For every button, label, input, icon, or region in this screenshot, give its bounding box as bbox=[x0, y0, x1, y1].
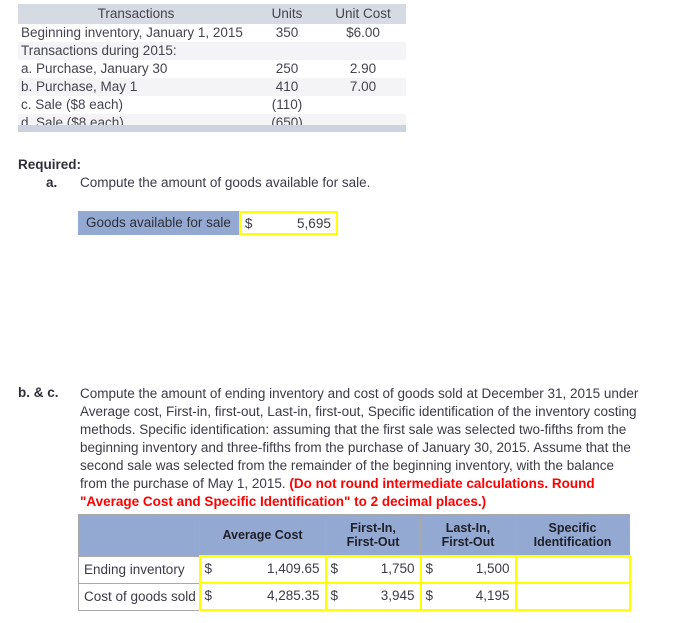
currency-symbol: $ bbox=[204, 588, 213, 603]
cost-of-goods-sold-fifo-value: 3,945 bbox=[380, 588, 415, 603]
transactions-row-unit-cost: $6.00 bbox=[320, 24, 406, 42]
ending-inventory-specific-identification-input[interactable] bbox=[514, 555, 631, 584]
transactions-header-row: Transactions Units Unit Cost bbox=[18, 4, 406, 24]
required-heading: Required: bbox=[18, 157, 82, 172]
ending-inventory-average-cost-input[interactable]: $ 1,409.65 bbox=[198, 555, 327, 584]
transactions-row-description: Beginning inventory, January 1, 2015 bbox=[18, 24, 254, 42]
transactions-table-head: Transactions Units Unit Cost bbox=[18, 4, 406, 24]
required-item-a-label: a. bbox=[46, 175, 58, 190]
transactions-row-units: 410 bbox=[254, 78, 320, 96]
results-header-average-cost: Average Cost bbox=[199, 514, 326, 557]
transactions-table: Transactions Units Unit Cost Beginning i… bbox=[18, 4, 406, 132]
goods-available-for-sale-row: Goods available for sale $ 5,695 bbox=[78, 211, 338, 235]
table-row: Ending inventory $ 1,409.65 $ 1,750 $ 1,… bbox=[78, 555, 631, 584]
currency-symbol: $ bbox=[425, 561, 434, 576]
transactions-row-units: 350 bbox=[254, 24, 320, 42]
results-header-specific-identification: Specific Identification bbox=[515, 514, 630, 557]
results-header-row: Average Cost First-In, First-Out Last-In… bbox=[78, 514, 630, 557]
transactions-header-unit-cost: Unit Cost bbox=[320, 4, 406, 24]
transactions-row-unit-cost: 7.00 bbox=[320, 78, 406, 96]
ending-inventory-average-cost-value: 1,409.65 bbox=[266, 561, 320, 576]
results-table-head: Average Cost First-In, First-Out Last-In… bbox=[78, 514, 630, 557]
results-header-spec-line2: Identification bbox=[533, 535, 612, 549]
results-row-label-ending-inventory: Ending inventory bbox=[78, 555, 200, 584]
results-header-fifo: First-In, First-Out bbox=[325, 514, 421, 557]
transactions-row-unit-cost: 2.90 bbox=[320, 60, 406, 78]
currency-symbol: $ bbox=[330, 588, 339, 603]
transactions-row-units: (110) bbox=[254, 96, 320, 114]
table-row: a. Purchase, January 30 250 2.90 bbox=[18, 60, 406, 78]
cost-of-goods-sold-lifo-value: 4,195 bbox=[475, 588, 510, 603]
currency-symbol: $ bbox=[425, 588, 434, 603]
required-item-a-text: Compute the amount of goods available fo… bbox=[80, 175, 371, 190]
goods-available-value: 5,695 bbox=[297, 215, 331, 231]
results-table-body: Ending inventory $ 1,409.65 $ 1,750 $ 1,… bbox=[78, 555, 631, 611]
transactions-table-footer-bar bbox=[18, 125, 406, 132]
results-header-spec-line1: Specific bbox=[548, 521, 597, 535]
transactions-row-unit-cost bbox=[320, 96, 406, 114]
currency-symbol: $ bbox=[204, 561, 213, 576]
transactions-row-units bbox=[254, 42, 320, 60]
transactions-header-units: Units bbox=[254, 4, 320, 24]
ending-inventory-lifo-value: 1,500 bbox=[475, 561, 510, 576]
part-bc-label: b. & c. bbox=[18, 385, 59, 400]
ending-inventory-fifo-value: 1,750 bbox=[380, 561, 415, 576]
currency-symbol: $ bbox=[244, 215, 253, 231]
table-row: Transactions during 2015: bbox=[18, 42, 406, 60]
ending-inventory-fifo-input[interactable]: $ 1,750 bbox=[324, 555, 422, 584]
results-header-blank bbox=[78, 514, 200, 557]
results-header-fifo-line2: First-Out bbox=[346, 535, 400, 549]
goods-available-input[interactable]: $ 5,695 bbox=[238, 211, 338, 235]
transactions-row-description: b. Purchase, May 1 bbox=[18, 78, 254, 96]
table-row: c. Sale ($8 each) (110) bbox=[18, 96, 406, 114]
results-row-label-cost-of-goods-sold: Cost of goods sold bbox=[78, 582, 200, 611]
transactions-row-description: Transactions during 2015: bbox=[18, 42, 254, 60]
transactions-table-body: Beginning inventory, January 1, 2015 350… bbox=[18, 24, 406, 132]
transactions-row-description: a. Purchase, January 30 bbox=[18, 60, 254, 78]
goods-available-label: Goods available for sale bbox=[78, 211, 239, 235]
cost-of-goods-sold-average-cost-input[interactable]: $ 4,285.35 bbox=[198, 582, 327, 611]
cost-of-goods-sold-specific-identification-input[interactable] bbox=[514, 582, 631, 611]
transactions-header-description: Transactions bbox=[18, 4, 254, 24]
results-header-lifo-line1: Last-In, bbox=[445, 521, 491, 535]
results-header-lifo-line2: First-Out bbox=[441, 535, 495, 549]
ending-inventory-lifo-input[interactable]: $ 1,500 bbox=[419, 555, 517, 584]
results-header-lifo: Last-In, First-Out bbox=[420, 514, 516, 557]
results-table: Average Cost First-In, First-Out Last-In… bbox=[78, 514, 631, 611]
cost-of-goods-sold-fifo-input[interactable]: $ 3,945 bbox=[324, 582, 422, 611]
cost-of-goods-sold-lifo-input[interactable]: $ 4,195 bbox=[419, 582, 517, 611]
transactions-row-description: c. Sale ($8 each) bbox=[18, 96, 254, 114]
currency-symbol: $ bbox=[330, 561, 339, 576]
part-bc-text: Compute the amount of ending inventory a… bbox=[80, 385, 640, 511]
results-header-fifo-line1: First-In, bbox=[350, 521, 396, 535]
table-row: b. Purchase, May 1 410 7.00 bbox=[18, 78, 406, 96]
table-row: Cost of goods sold $ 4,285.35 $ 3,945 $ … bbox=[78, 582, 631, 611]
cost-of-goods-sold-average-cost-value: 4,285.35 bbox=[266, 588, 320, 603]
table-row: Beginning inventory, January 1, 2015 350… bbox=[18, 24, 406, 42]
transactions-row-units: 250 bbox=[254, 60, 320, 78]
transactions-row-unit-cost bbox=[320, 42, 406, 60]
